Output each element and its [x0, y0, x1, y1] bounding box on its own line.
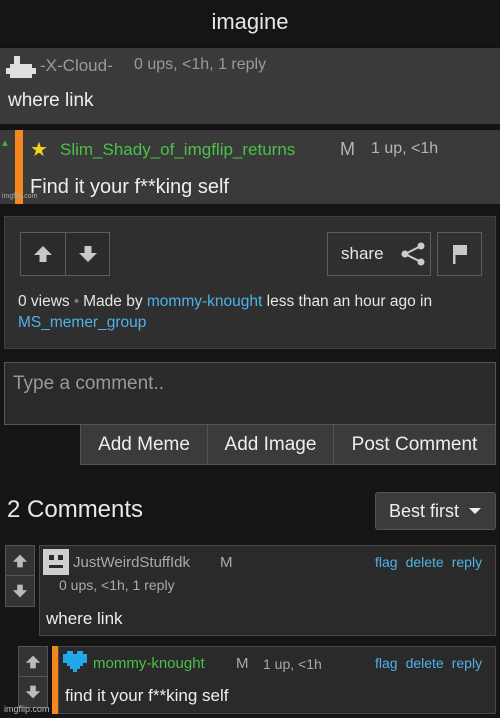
- view-count: 0 views: [18, 293, 70, 310]
- meme-comment-2: ▲ ★ Slim_Shady_of_imgflip_returns M 1 up…: [0, 130, 500, 204]
- meme-meta-1: 0 ups, <1h, 1 reply: [134, 56, 267, 73]
- add-image-button[interactable]: Add Image: [207, 425, 333, 464]
- comment-1: JustWeirdStuffIdk M 0 ups, <1h, 1 reply …: [39, 545, 496, 636]
- comments-count: 2 Comments: [7, 496, 144, 523]
- meme-image: -X-Cloud- 0 ups, <1h, 1 reply where link…: [0, 46, 500, 204]
- comment-2-text: find it your f**king self: [65, 686, 229, 705]
- reply-link[interactable]: reply: [452, 554, 482, 570]
- comment-2-meta: 1 up, <1h: [263, 656, 322, 672]
- comment-2-username[interactable]: mommy-knought: [93, 655, 205, 672]
- meme-username-1: -X-Cloud-: [40, 56, 113, 75]
- chevron-down-icon: [469, 508, 482, 514]
- downvote-button[interactable]: [65, 233, 109, 275]
- arrow-up-icon: [34, 246, 52, 262]
- delete-link[interactable]: delete: [406, 554, 444, 570]
- comment-1-meta: 0 ups, <1h, 1 reply: [59, 577, 175, 593]
- comment-1-text: where link: [46, 609, 123, 628]
- meme-username-2: Slim_Shady_of_imgflip_returns: [60, 140, 296, 159]
- meme-meta-2: 1 up, <1h: [371, 140, 439, 157]
- vote-buttons: [20, 232, 110, 276]
- flag-icon: [452, 245, 467, 264]
- meme-caption: imagine: [211, 9, 289, 34]
- meme-watermark: imgflip.com: [2, 193, 38, 200]
- share-label: share: [341, 244, 384, 263]
- meme-info-panel: share 0 views • Made by mommy-knought less…: [4, 216, 496, 349]
- comment-2-actions: flag delete reply: [375, 655, 482, 671]
- comment-1-votes: [5, 545, 35, 607]
- time-text: less than an hour ago in: [266, 293, 433, 310]
- meme-text-1: where link: [8, 90, 94, 111]
- separator-dot: •: [73, 293, 80, 310]
- arrow-down-icon: [12, 584, 28, 598]
- arrow-down-icon: [78, 246, 97, 262]
- heart-icon: [63, 651, 87, 672]
- comment-1-downvote[interactable]: [5, 576, 35, 607]
- flag-link[interactable]: flag: [375, 554, 398, 570]
- post-comment-button[interactable]: Post Comment: [333, 425, 495, 464]
- upvote-button[interactable]: [21, 233, 65, 275]
- comment-2-mod-badge: M: [236, 655, 249, 672]
- meme-info-text: 0 views • Made by mommy-knought less than …: [18, 291, 488, 333]
- group-link[interactable]: MS_memer_group: [18, 314, 146, 331]
- delete-link[interactable]: delete: [406, 655, 444, 671]
- share-button[interactable]: share: [327, 232, 431, 276]
- add-meme-button[interactable]: Add Meme: [81, 425, 207, 464]
- author-link[interactable]: mommy-knought: [147, 293, 262, 310]
- reply-link[interactable]: reply: [452, 655, 482, 671]
- meme-mod-badge: M: [340, 139, 355, 159]
- comment-1-upvote[interactable]: [5, 545, 35, 576]
- comment-input[interactable]: Type a comment..: [4, 362, 496, 425]
- share-icon: [401, 242, 425, 266]
- arrow-up-icon: [25, 655, 41, 668]
- flag-link[interactable]: flag: [375, 655, 398, 671]
- meme-comment-1: -X-Cloud- 0 ups, <1h, 1 reply where link: [0, 48, 500, 124]
- watermark: imgflip.com: [4, 704, 50, 714]
- comment-1-username[interactable]: JustWeirdStuffIdk: [73, 554, 190, 571]
- comment-2-upvote[interactable]: [18, 646, 48, 677]
- star-icon: ★: [30, 139, 48, 161]
- comment-2-votes: [18, 646, 48, 708]
- meme-text-2: Find it your f**king self: [30, 176, 229, 198]
- comment-placeholder: Type a comment..: [13, 373, 165, 394]
- made-by-label: Made by: [83, 293, 143, 310]
- meme-upvote-icon: ▲: [0, 138, 10, 149]
- comment-actions: Add Meme Add Image Post Comment: [80, 425, 496, 465]
- arrow-up-icon: [12, 554, 28, 567]
- flag-button[interactable]: [437, 232, 482, 276]
- pixel-avatar-icon: [6, 56, 36, 78]
- arrow-down-icon: [25, 685, 41, 699]
- comment-1-actions: flag delete reply: [375, 554, 482, 570]
- sort-dropdown[interactable]: Best first: [375, 492, 496, 530]
- comment-1-mod-badge: M: [220, 554, 233, 571]
- comment-2: mommy-knought M 1 up, <1h flag delete re…: [58, 646, 496, 714]
- sort-label: Best first: [389, 500, 460, 521]
- avatar: [43, 549, 69, 575]
